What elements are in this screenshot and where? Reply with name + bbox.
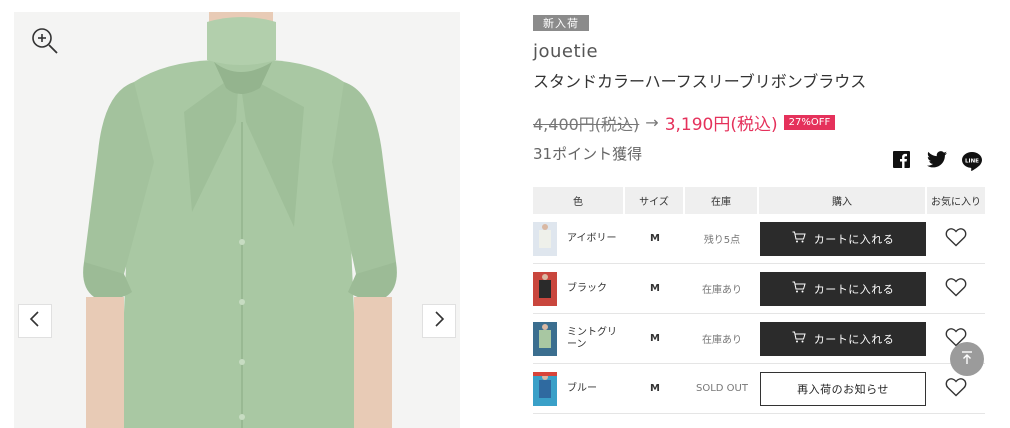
product-info: 新入荷 jouetie スタンドカラーハーフスリーブリボンブラウス 4,400円…: [533, 12, 985, 164]
cart-icon: [792, 331, 814, 346]
color-thumbnail[interactable]: [533, 221, 557, 256]
heart-icon[interactable]: [945, 277, 967, 301]
header-fav: お気に入り: [927, 187, 985, 214]
product-photo: [14, 12, 460, 428]
add-to-cart-button[interactable]: カートに入れる: [760, 321, 926, 356]
line-icon[interactable]: LINE: [961, 151, 983, 171]
points-earned: 31ポイント獲得: [533, 145, 643, 163]
facebook-icon[interactable]: [893, 151, 910, 168]
size-cell: M: [650, 283, 660, 294]
color-name: ブラック: [567, 282, 607, 294]
add-to-cart-button[interactable]: カートに入れる: [760, 221, 926, 256]
twitter-icon[interactable]: [927, 151, 947, 168]
table-row: ブラック M 在庫あり カートに入れる: [533, 264, 985, 314]
add-to-cart-label: カートに入れる: [813, 333, 895, 346]
color-thumbnail[interactable]: [533, 371, 557, 406]
stock-cell: 在庫あり: [702, 285, 742, 296]
header-buy: 購入: [759, 187, 925, 214]
size-cell: M: [650, 383, 660, 394]
restock-notify-button[interactable]: 再入荷のお知らせ: [760, 371, 926, 406]
chevron-left-icon: [28, 310, 42, 332]
table-row: アイボリー M 残り5点 カートに入れる: [533, 214, 985, 264]
stock-cell: 在庫あり: [702, 335, 742, 346]
color-cell: ミントグリーン: [533, 321, 625, 356]
add-to-cart-label: カートに入れる: [813, 283, 895, 296]
color-cell: ブラック: [533, 271, 625, 306]
heart-icon[interactable]: [945, 377, 967, 401]
product-image-gallery: [14, 12, 460, 428]
color-cell: アイボリー: [533, 221, 625, 256]
stock-cell: 残り5点: [703, 235, 741, 246]
new-arrival-badge: 新入荷: [533, 15, 589, 31]
header-size: サイズ: [625, 187, 683, 214]
cart-icon: [792, 281, 814, 296]
color-thumbnail[interactable]: [533, 321, 557, 356]
discount-badge: 27%OFF: [783, 115, 836, 130]
arrow-up-icon: [961, 350, 973, 369]
stock-cell: SOLD OUT: [696, 383, 748, 394]
gallery-prev-button[interactable]: [18, 304, 52, 338]
price-row: 4,400円(税込) → 3,190円(税込) 27%OFF: [533, 110, 985, 135]
svg-text:LINE: LINE: [965, 159, 979, 165]
zoom-in-icon[interactable]: [30, 26, 60, 56]
original-price: 4,400円(税込): [533, 114, 640, 134]
table-row: ミントグリーン M 在庫あり カートに入れる: [533, 314, 985, 364]
color-thumbnail[interactable]: [533, 271, 557, 306]
size-cell: M: [650, 333, 660, 344]
price-arrow: →: [645, 113, 659, 132]
color-name: ミントグリーン: [567, 326, 617, 350]
header-stock: 在庫: [685, 187, 757, 214]
color-name: ブルー: [567, 382, 597, 394]
product-title: スタンドカラーハーフスリーブリボンブラウス: [533, 72, 867, 91]
add-to-cart-button[interactable]: カートに入れる: [760, 271, 926, 306]
stock-table: 色 サイズ 在庫 購入 お気に入り アイボリー M 残り5点 カートに入れる ブ…: [533, 187, 985, 414]
gallery-next-button[interactable]: [422, 304, 456, 338]
add-to-cart-label: カートに入れる: [813, 233, 895, 246]
size-cell: M: [650, 233, 660, 244]
header-color: 色: [533, 187, 623, 214]
color-cell: ブルー: [533, 371, 625, 406]
chevron-right-icon: [432, 310, 446, 332]
table-header: 色 サイズ 在庫 購入 お気に入り: [533, 187, 985, 214]
color-name: アイボリー: [567, 232, 617, 244]
heart-icon[interactable]: [945, 227, 967, 251]
back-to-top-button[interactable]: [950, 342, 984, 376]
cart-icon: [792, 231, 814, 246]
brand-name[interactable]: jouetie: [533, 41, 985, 62]
table-row: ブルー M SOLD OUT 再入荷のお知らせ: [533, 364, 985, 414]
sale-price: 3,190円(税込): [664, 115, 778, 135]
